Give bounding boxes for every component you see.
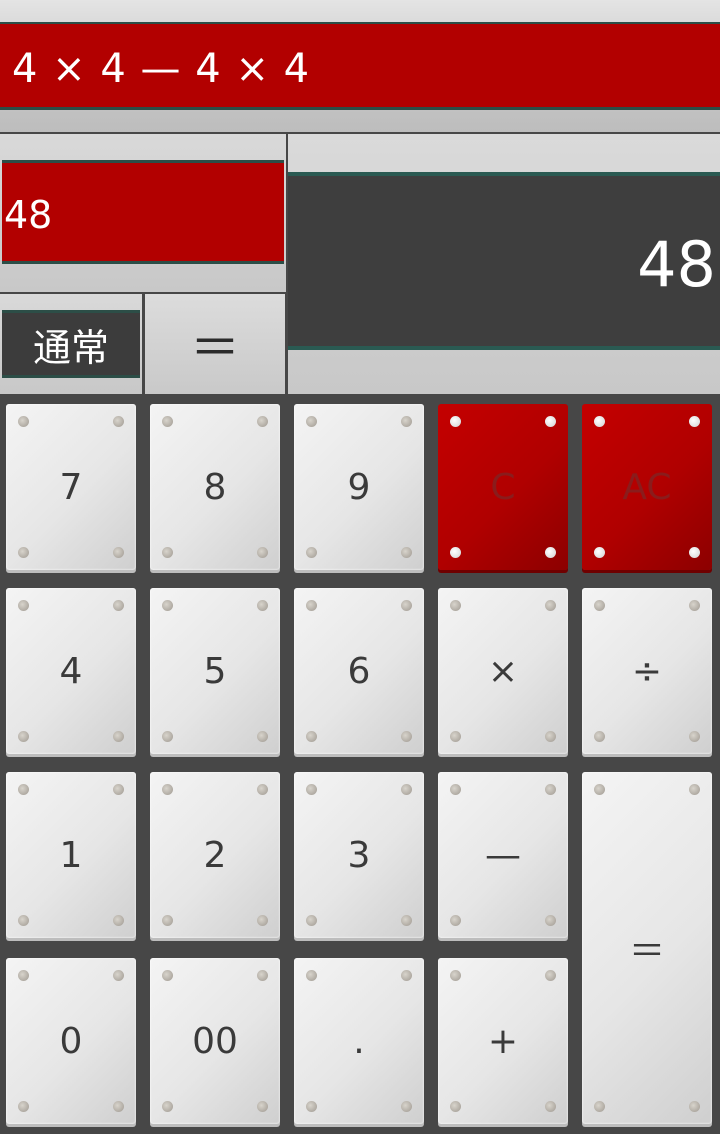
minus-button[interactable]: — xyxy=(438,772,568,938)
key-1[interactable]: 1 xyxy=(6,772,136,938)
result-panel: 48 xyxy=(288,134,720,394)
expression-bar: 4 × 4 — 4 × 4 xyxy=(0,0,720,132)
key-4[interactable]: 4 xyxy=(6,588,136,754)
minus-button-label: — xyxy=(485,834,521,876)
key-3-label: 3 xyxy=(347,834,371,876)
divide-button-label: ÷ xyxy=(631,650,663,692)
multiply-button-label: × xyxy=(487,650,519,692)
key-7-label: 7 xyxy=(59,466,83,508)
key-0-label: 0 xyxy=(59,1020,83,1062)
key-1-label: 1 xyxy=(59,834,83,876)
divide-button[interactable]: ÷ xyxy=(582,588,712,754)
result-display: 48 xyxy=(637,228,716,301)
expression-display: 4 × 4 — 4 × 4 xyxy=(12,46,311,92)
key-00[interactable]: 00 xyxy=(150,958,280,1124)
mode-label: 通常 xyxy=(32,325,109,370)
result-screen: 48 xyxy=(288,172,720,350)
key-2-label: 2 xyxy=(203,834,227,876)
clear-button-label: C xyxy=(490,466,516,508)
key-0[interactable]: 0 xyxy=(6,958,136,1124)
key-6[interactable]: 6 xyxy=(294,588,424,754)
key-8-label: 8 xyxy=(203,466,227,508)
memory-display: 48 xyxy=(4,193,53,237)
equals-button-label: ＝ xyxy=(628,931,665,972)
key-5-label: 5 xyxy=(203,650,227,692)
key-2[interactable]: 2 xyxy=(150,772,280,938)
mode-strip[interactable]: 通常 xyxy=(2,310,140,378)
key-6-label: 6 xyxy=(347,650,371,692)
plus-button[interactable]: + xyxy=(438,958,568,1124)
key-4-label: 4 xyxy=(59,650,83,692)
decimal-point-label: . xyxy=(353,1020,365,1062)
key-00-label: 00 xyxy=(192,1020,238,1062)
small-equals-button[interactable]: ＝ xyxy=(145,294,285,394)
key-7[interactable]: 7 xyxy=(6,404,136,570)
multiply-button[interactable]: × xyxy=(438,588,568,754)
key-9[interactable]: 9 xyxy=(294,404,424,570)
memory-strip: 48 xyxy=(2,160,284,264)
all-clear-button-label: AC xyxy=(622,466,672,508)
decimal-point-button[interactable]: . xyxy=(294,958,424,1124)
key-3[interactable]: 3 xyxy=(294,772,424,938)
key-5[interactable]: 5 xyxy=(150,588,280,754)
key-8[interactable]: 8 xyxy=(150,404,280,570)
all-clear-button[interactable]: AC xyxy=(582,404,712,570)
memory-panel: 48 xyxy=(0,134,286,292)
plus-button-label: + xyxy=(487,1020,519,1062)
mode-panel[interactable]: 通常 xyxy=(0,294,142,394)
expression-strip: 4 × 4 — 4 × 4 xyxy=(0,22,720,110)
equals-button[interactable]: ＝ xyxy=(582,772,712,1124)
clear-button[interactable]: C xyxy=(438,404,568,570)
key-9-label: 9 xyxy=(347,466,371,508)
calculator-app: 4 × 4 — 4 × 4 48 通常 ＝ 48 7 8 9 C AC 4 5 … xyxy=(0,0,720,1134)
